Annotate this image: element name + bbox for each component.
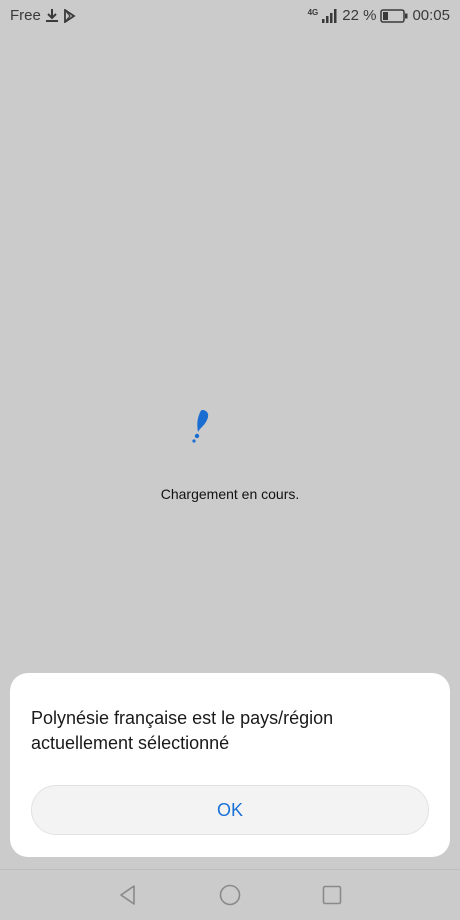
battery-icon	[380, 8, 408, 23]
signal-icon	[322, 8, 338, 23]
clock-time: 00:05	[412, 7, 450, 24]
play-store-icon	[63, 8, 76, 23]
ok-button[interactable]: OK	[31, 785, 429, 835]
loading-spinner-icon	[188, 408, 212, 444]
recents-icon[interactable]	[320, 883, 344, 907]
carrier-name: Free	[10, 7, 41, 24]
status-right-group: 4G 22 % 00:05	[308, 7, 450, 24]
navigation-bar	[0, 869, 460, 920]
status-bar: Free 4G 22 % 00:05	[0, 0, 460, 32]
back-icon[interactable]	[116, 883, 140, 907]
download-icon	[45, 8, 59, 23]
battery-percent: 22 %	[342, 7, 377, 24]
region-dialog: Polynésie française est le pays/région a…	[10, 673, 450, 857]
home-icon[interactable]	[218, 883, 242, 907]
loading-text: Chargement en cours.	[160, 486, 300, 502]
dialog-message: Polynésie française est le pays/région a…	[31, 708, 334, 753]
network-type-label: 4G	[307, 7, 319, 17]
status-left-group: Free	[10, 7, 76, 24]
